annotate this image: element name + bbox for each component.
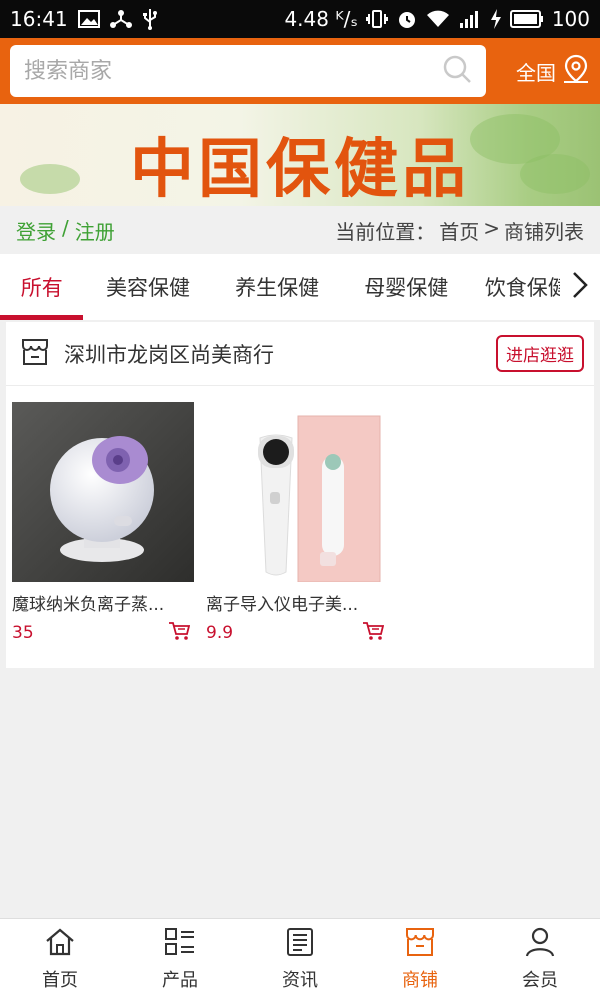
nav-home[interactable]: 首页 xyxy=(0,919,120,1000)
tab-label: 美容保健 xyxy=(106,276,190,300)
battery-level: 100 xyxy=(551,7,590,31)
nav-member[interactable]: 会员 xyxy=(480,919,600,1000)
charging-icon xyxy=(490,9,502,29)
breadcrumb-home[interactable]: 首页 xyxy=(439,216,479,245)
vibrate-icon xyxy=(365,9,388,29)
tab-maternal[interactable]: 母婴保健 xyxy=(342,254,471,320)
cart-icon[interactable] xyxy=(168,621,191,645)
nav-products[interactable]: 产品 xyxy=(120,919,240,1000)
auth-links: 登录 / 注册 xyxy=(16,216,115,245)
wifi-icon xyxy=(426,10,450,28)
list-icon xyxy=(164,927,196,962)
news-icon xyxy=(284,927,316,962)
enter-shop-button[interactable]: 进店逛逛 xyxy=(496,335,584,372)
tabs-scroll-right[interactable] xyxy=(560,254,600,320)
region-selector[interactable]: 全国 xyxy=(516,54,590,89)
breadcrumb-bar: 登录 / 注册 当前位置： 首页 > 商铺列表 xyxy=(0,206,600,254)
promo-banner[interactable]: 中国保健品 xyxy=(0,104,600,206)
user-icon xyxy=(524,927,556,962)
battery-icon xyxy=(509,10,544,28)
tab-beauty[interactable]: 美容保健 xyxy=(83,254,212,320)
signal-icon xyxy=(458,9,482,29)
breadcrumb-prefix: 当前位置： xyxy=(335,219,436,244)
shop-header: 深圳市龙岗区尚美商行 进店逛逛 xyxy=(6,322,594,386)
chevron-right-icon xyxy=(571,270,589,304)
store-icon xyxy=(20,337,50,371)
banner-title: 中国保健品 xyxy=(130,133,470,206)
home-icon xyxy=(44,927,76,962)
auth-separator: / xyxy=(62,215,69,240)
nav-label: 产品 xyxy=(162,970,198,991)
product-card[interactable]: 离子导入仪电子美... 9.9 xyxy=(206,402,388,645)
nav-news[interactable]: 资讯 xyxy=(240,919,360,1000)
nav-label: 会员 xyxy=(522,970,558,991)
tab-label: 养生保健 xyxy=(235,276,320,300)
alarm-icon xyxy=(396,8,418,30)
tab-label: 所有 xyxy=(20,276,63,300)
login-link[interactable]: 登录 xyxy=(16,216,56,245)
product-price: 35 xyxy=(12,623,34,643)
tab-label: 母婴保健 xyxy=(364,276,449,300)
shop-name[interactable]: 深圳市龙岗区尚美商行 xyxy=(64,339,274,369)
location-pin-icon xyxy=(562,54,590,89)
product-list: 魔球纳米负离子蒸... 35 离子导入仪电子美... 9.9 xyxy=(12,402,388,645)
product-meta: 35 xyxy=(12,621,194,645)
register-link[interactable]: 注册 xyxy=(75,216,115,245)
breadcrumb-current: 商铺列表 xyxy=(504,219,584,244)
breadcrumb-arrow: > xyxy=(483,215,500,240)
bottom-nav: 首页 产品 资讯 商铺 会员 xyxy=(0,918,600,1000)
clock: 16:41 xyxy=(10,7,68,31)
nav-label: 商铺 xyxy=(402,970,438,991)
region-label: 全国 xyxy=(516,60,556,85)
nav-shops[interactable]: 商铺 xyxy=(360,919,480,1000)
usb-icon xyxy=(142,8,158,30)
category-tabs: 所有 美容保健 养生保健 母婴保健 饮食保健 xyxy=(0,254,600,320)
search-box[interactable] xyxy=(10,45,486,97)
search-input[interactable] xyxy=(24,58,442,84)
nav-label: 首页 xyxy=(42,970,78,991)
network-speed: 4.48 ᴷ/ₛ xyxy=(284,7,358,31)
shop-card: 深圳市龙岗区尚美商行 进店逛逛 魔球纳米负离子蒸... 35 离子导入仪电子美.… xyxy=(6,322,594,668)
tab-all[interactable]: 所有 xyxy=(0,254,84,320)
product-name[interactable]: 魔球纳米负离子蒸... xyxy=(12,590,194,615)
product-price: 9.9 xyxy=(206,623,234,643)
product-image[interactable] xyxy=(12,402,194,582)
tab-label: 饮食保健 xyxy=(484,276,569,300)
product-image[interactable] xyxy=(206,402,388,582)
shop-icon xyxy=(404,927,436,962)
cart-icon[interactable] xyxy=(362,621,385,645)
product-meta: 9.9 xyxy=(206,621,388,645)
product-name[interactable]: 离子导入仪电子美... xyxy=(206,590,388,615)
image-icon xyxy=(77,10,100,28)
breadcrumb: 当前位置： 首页 > 商铺列表 xyxy=(335,216,584,245)
search-icon[interactable] xyxy=(442,54,472,88)
share-icon xyxy=(109,9,132,29)
product-card[interactable]: 魔球纳米负离子蒸... 35 xyxy=(12,402,194,645)
nav-label: 资讯 xyxy=(282,970,318,991)
top-header: 全国 xyxy=(0,38,600,104)
status-bar: 16:41 4.48 ᴷ/ₛ 100 xyxy=(0,0,600,38)
tab-wellness[interactable]: 养生保健 xyxy=(213,254,342,320)
